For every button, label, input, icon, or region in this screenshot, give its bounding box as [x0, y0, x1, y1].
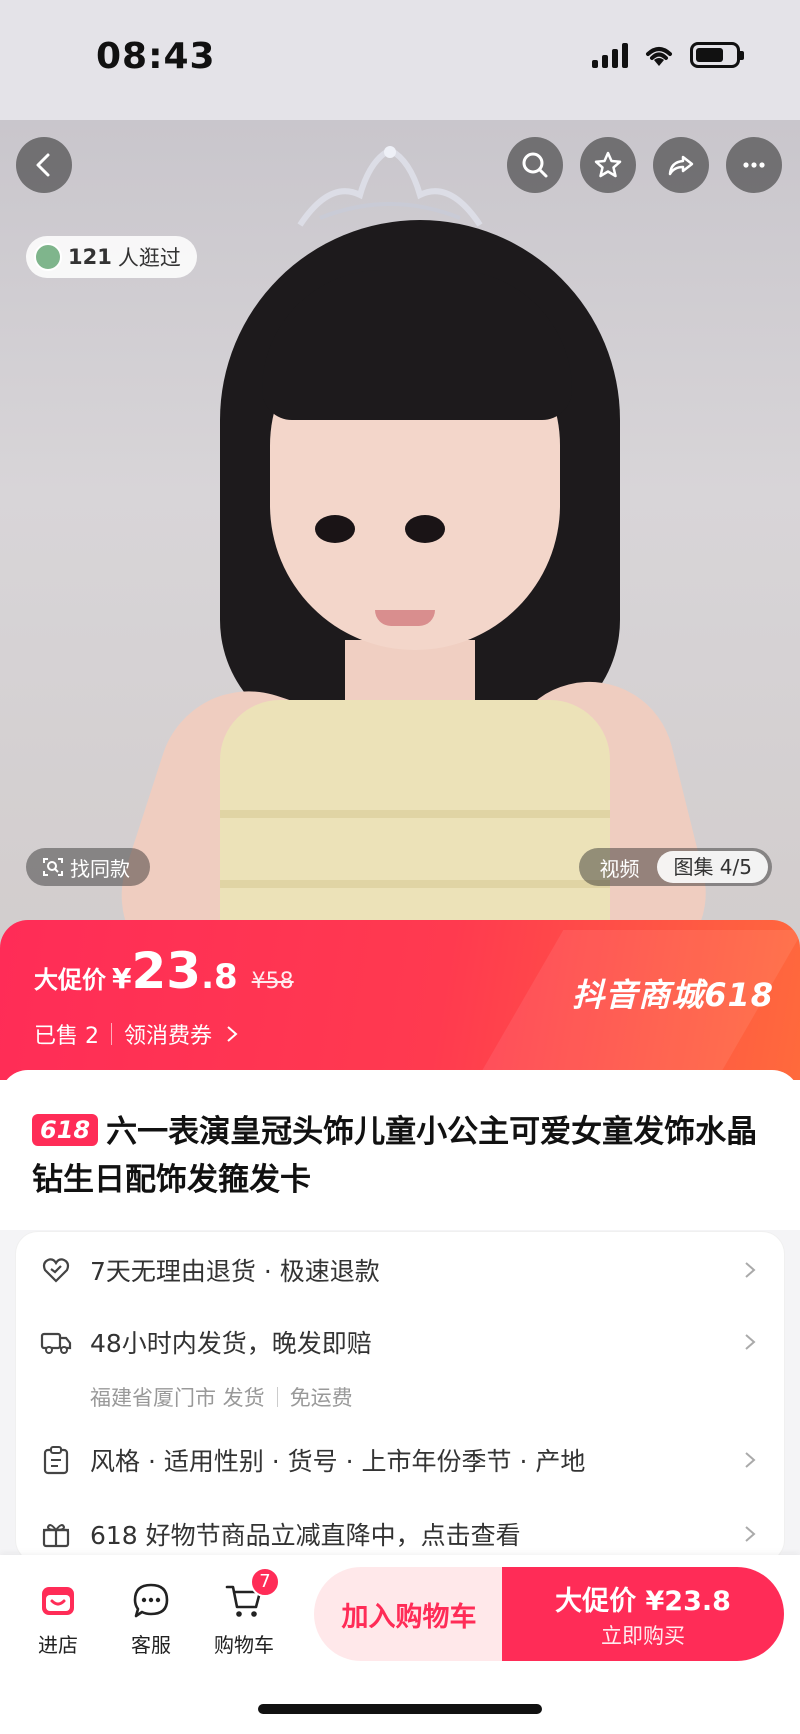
price-row: 大促价 ¥ 23 .8 ¥58	[34, 942, 294, 1000]
viewers-label: 人逛过	[117, 246, 181, 270]
chevron-right-icon	[745, 1334, 756, 1350]
image-search-icon	[43, 858, 63, 876]
original-price: ¥58	[251, 969, 294, 994]
chevron-right-icon	[227, 1026, 238, 1042]
status-bar: 08:43	[0, 0, 800, 120]
price-currency: ¥	[112, 962, 132, 995]
share-button[interactable]	[653, 137, 709, 193]
viewers-chip: 121 人逛过	[26, 236, 197, 278]
attributes-text: 风格 · 适用性别 · 货号 · 上市年份季节 · 产地	[90, 1447, 586, 1476]
cart-count-badge: 7	[250, 1567, 280, 1597]
chevron-right-icon	[745, 1452, 756, 1468]
truck-icon	[40, 1326, 72, 1358]
viewer-avatar	[34, 243, 62, 271]
more-dots-icon	[743, 162, 765, 168]
battery-icon	[690, 42, 744, 68]
promo-price-label: 大促价	[34, 966, 106, 994]
chevron-left-icon	[36, 153, 50, 177]
sold-count: 已售 2	[34, 1024, 99, 1049]
shipping-details: 福建省厦门市 发货 免运费	[90, 1382, 353, 1412]
price-integer: 23	[131, 942, 202, 1000]
product-title: 618 六一表演皇冠头饰儿童小公主可爱女童发饰水晶钻生日配饰发箍发卡	[32, 1108, 772, 1204]
wifi-icon	[646, 47, 672, 66]
buy-now-button[interactable]: 大促价 ¥23.8 立即购买	[502, 1567, 784, 1661]
cart-button[interactable]: 购物车 7	[204, 1567, 284, 1658]
shipping-text: 48小时内发货，晚发即赔	[90, 1329, 372, 1358]
price-banner: 大促价 ¥ 23 .8 ¥58 已售 2 领消费券 抖音商城618	[0, 920, 800, 1080]
chat-bubble-icon	[133, 1583, 169, 1618]
find-same-button[interactable]: 找同款	[26, 848, 150, 886]
status-icons	[592, 42, 744, 68]
back-button[interactable]	[16, 137, 72, 193]
customer-service-button[interactable]: 客服	[111, 1581, 191, 1658]
return-heart-icon	[40, 1254, 72, 1286]
coupon-link[interactable]: 领消费券	[124, 1018, 212, 1050]
service-card: 7天无理由退货 · 极速退款 48小时内发货，晚发即赔 福建省厦门市 发货 免运…	[16, 1232, 784, 1562]
search-icon	[522, 152, 548, 178]
buy-now-price: 大促价 ¥23.8	[555, 1585, 731, 1617]
cart-label: 购物车	[214, 1633, 274, 1657]
clipboard-icon	[40, 1444, 72, 1476]
free-shipping-text: 免运费	[289, 1386, 353, 1410]
cellular-signal-icon	[592, 42, 628, 68]
ship-from-text: 福建省厦门市 发货	[90, 1386, 265, 1410]
find-same-label: 找同款	[70, 856, 130, 881]
viewers-count: 121	[68, 245, 112, 269]
search-button[interactable]	[507, 137, 563, 193]
return-policy-text: 7天无理由退货 · 极速退款	[90, 1257, 380, 1286]
product-photo-dress	[220, 700, 610, 950]
tab-gallery[interactable]: 图集 4/5	[657, 851, 768, 883]
service-label: 客服	[131, 1633, 171, 1657]
product-title-text: 六一表演皇冠头饰儿童小公主可爱女童发饰水晶钻生日配饰发箍发卡	[32, 1114, 758, 1198]
media-switch: 视频 图集 4/5	[579, 848, 772, 886]
tab-video[interactable]: 视频	[599, 853, 639, 882]
chevron-right-icon	[745, 1262, 756, 1278]
price-decimal: .8	[201, 957, 238, 997]
shipping-row[interactable]: 48小时内发货，晚发即赔	[40, 1324, 760, 1360]
buy-now-label: 立即购买	[601, 1623, 685, 1648]
home-indicator[interactable]	[258, 1704, 542, 1714]
promo-row[interactable]: 618 好物节商品立减直降中，点击查看	[40, 1516, 760, 1552]
sales-row: 已售 2 领消费券	[34, 1018, 240, 1050]
tiara-icon	[297, 146, 483, 227]
status-time: 08:43	[96, 36, 216, 77]
attributes-row[interactable]: 风格 · 适用性别 · 货号 · 上市年份季节 · 产地	[40, 1442, 760, 1478]
add-to-cart-button[interactable]: 加入购物车	[314, 1567, 504, 1661]
promo-text: 618 好物节商品立减直降中，点击查看	[90, 1521, 521, 1550]
return-policy-row[interactable]: 7天无理由退货 · 极速退款	[40, 1252, 760, 1288]
store-button[interactable]: 进店	[18, 1581, 98, 1658]
chevron-right-icon	[745, 1526, 756, 1542]
brand-logo: 抖音商城618	[572, 976, 774, 1014]
share-icon	[668, 155, 694, 176]
star-icon	[594, 151, 622, 178]
more-button[interactable]	[726, 137, 782, 193]
promo-badge: 618	[32, 1114, 99, 1146]
gift-icon	[40, 1518, 72, 1550]
favorite-button[interactable]	[580, 137, 636, 193]
store-icon	[42, 1587, 74, 1615]
store-label: 进店	[38, 1633, 78, 1657]
product-title-card: 618 六一表演皇冠头饰儿童小公主可爱女童发饰水晶钻生日配饰发箍发卡	[0, 1070, 800, 1230]
